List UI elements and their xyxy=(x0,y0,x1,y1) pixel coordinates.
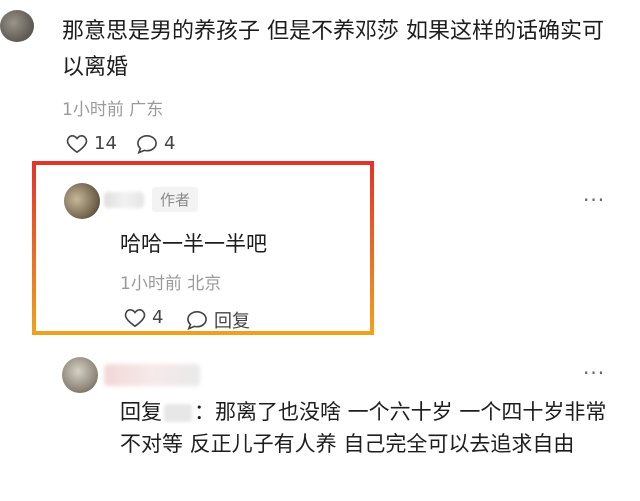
blurred-username xyxy=(104,364,200,386)
comment-text: 那意思是男的养孩子 但是不养邓莎 如果这样的话确实可以离婚 xyxy=(62,19,604,80)
comment-count: 4 xyxy=(164,133,176,154)
like-count: 4 xyxy=(152,307,164,328)
reply-meta: 1小时前 北京 xyxy=(120,274,222,294)
reply-button[interactable]: 回复 xyxy=(186,307,250,333)
like-button[interactable]: 4 xyxy=(124,307,163,328)
heart-icon xyxy=(124,308,146,328)
more-options-button[interactable]: ··· xyxy=(583,361,605,385)
more-options-button[interactable]: ··· xyxy=(583,188,605,212)
blurred-username xyxy=(104,192,144,208)
comment-bubble-icon xyxy=(136,134,158,154)
avatar[interactable] xyxy=(64,183,100,219)
reply-text: 哈哈一半一半吧 xyxy=(120,232,267,256)
author-badge: 作者 xyxy=(152,187,199,212)
like-count: 14 xyxy=(94,133,117,154)
heart-icon xyxy=(66,134,88,154)
like-button[interactable]: 14 xyxy=(66,133,117,154)
comment-meta: 1小时前 广东 xyxy=(62,100,164,120)
reply-body: ：那离了也没啥 一个六十岁 一个四十岁非常不对等 反正儿子有人养 自己完全可以去… xyxy=(120,400,607,456)
avatar[interactable] xyxy=(0,10,34,42)
comment-button[interactable]: 4 xyxy=(136,133,175,154)
reply-label: 回复 xyxy=(214,311,250,332)
reply-prefix: 回复 xyxy=(120,400,162,424)
avatar[interactable] xyxy=(62,357,98,393)
reply-text: 回复 ：那离了也没啥 一个六十岁 一个四十岁非常不对等 反正儿子有人养 自己完全可… xyxy=(120,396,620,460)
blurred-mention xyxy=(164,404,192,422)
comment-bubble-icon xyxy=(186,310,208,330)
